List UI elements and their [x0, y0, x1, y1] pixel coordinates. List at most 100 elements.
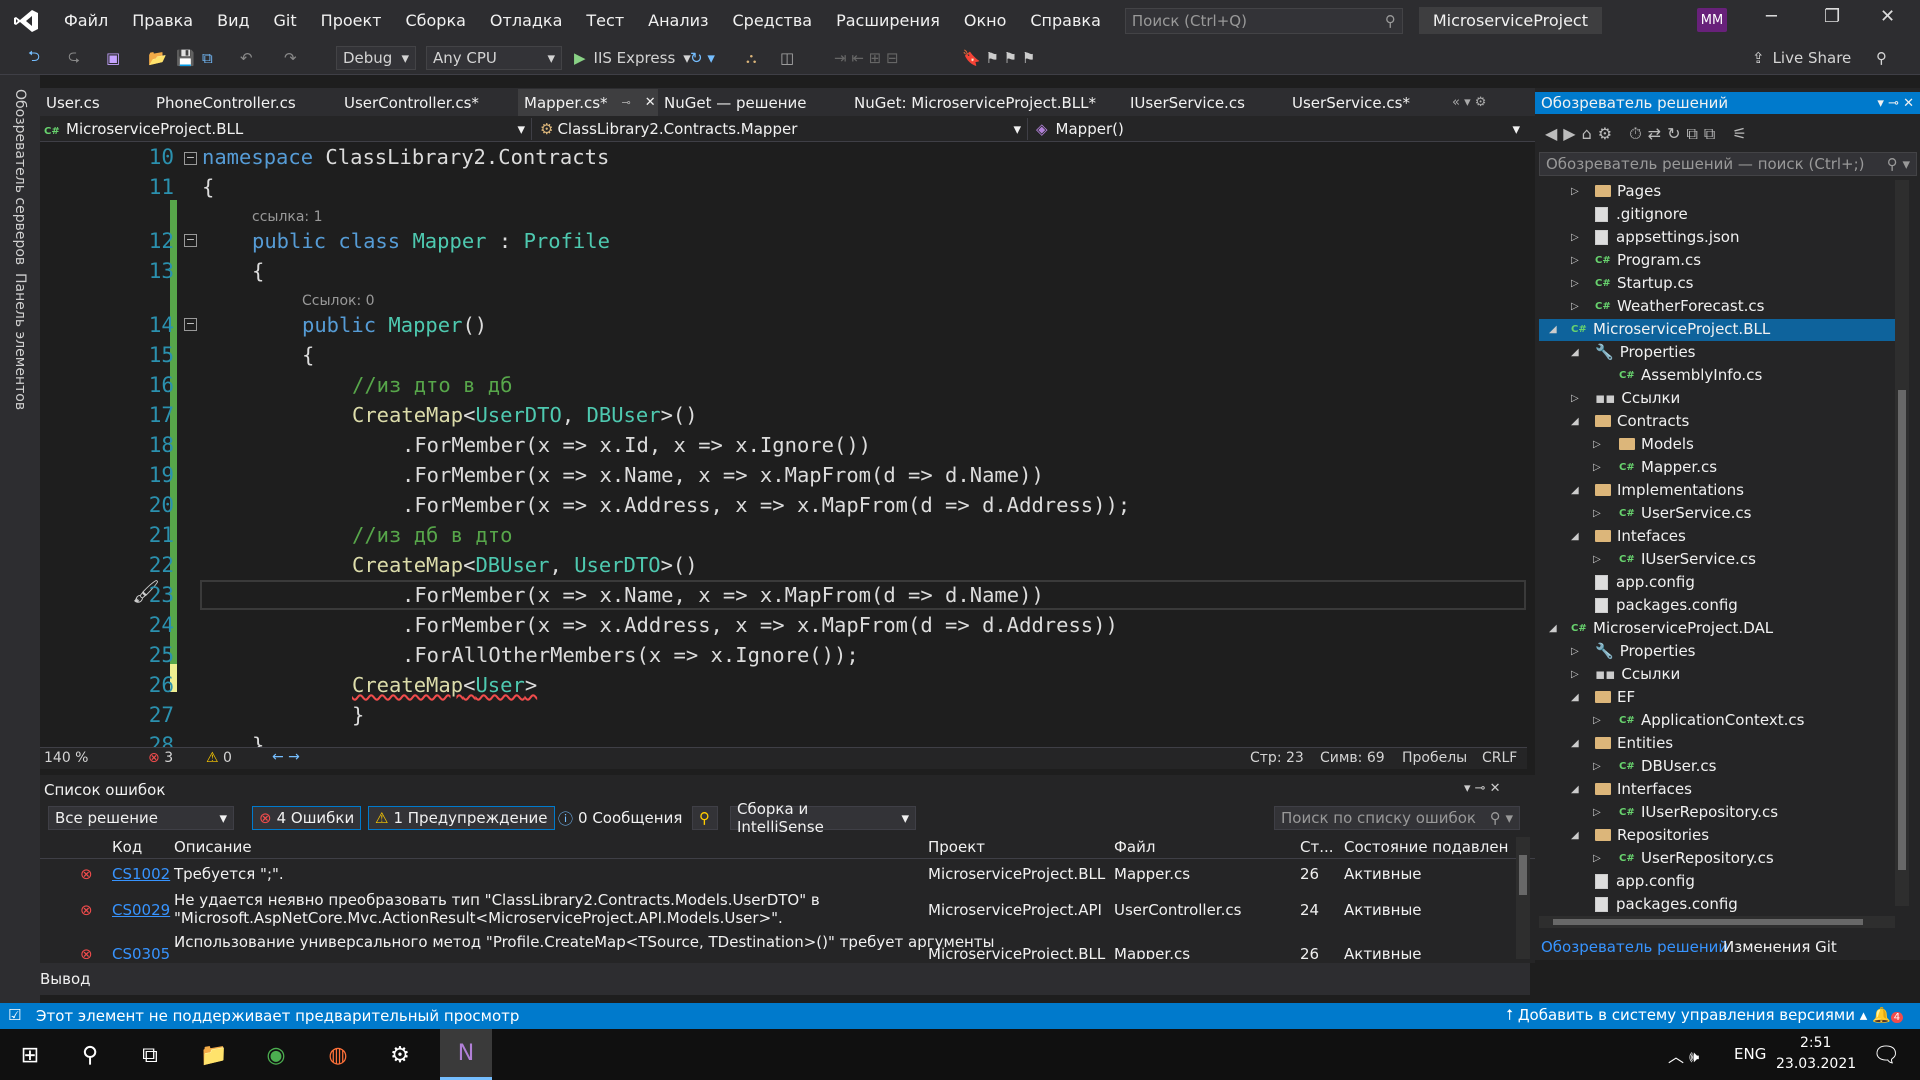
errors-filter-button[interactable]: ⊗ 4 Ошибки — [252, 806, 362, 830]
feedback-icon[interactable]: ⚲ — [1876, 46, 1887, 70]
error-count[interactable]: ⊗ 3 — [148, 750, 173, 766]
tree-item[interactable]: Repositories — [1595, 824, 1709, 846]
table-row[interactable]: ⊗ CS1002 Требуется ";". MicroserviceProj… — [40, 861, 1510, 887]
tree-item[interactable]: C# DBUser.cs — [1619, 755, 1716, 777]
tree-item[interactable]: C# Program.cs — [1595, 249, 1701, 271]
tree-item[interactable]: C# Mapper.cs — [1619, 456, 1717, 478]
refresh-icon[interactable]: ↻ ▾ — [690, 46, 715, 70]
minimize-icon[interactable]: ─ — [1766, 6, 1777, 27]
tab-git-changes[interactable]: Изменения Git — [1723, 938, 1837, 956]
tree-item[interactable]: Models — [1619, 433, 1694, 455]
warning-count[interactable]: ⚠ 0 — [206, 750, 232, 766]
tab-user-cs[interactable]: User.cs — [40, 89, 150, 116]
task-view-icon[interactable]: ⧉ — [130, 1037, 170, 1073]
menu-debug[interactable]: Отладка — [478, 11, 574, 30]
zoom-level[interactable]: 140 % — [44, 750, 88, 766]
live-share-button[interactable]: ⇪ Live Share — [1752, 46, 1851, 70]
restore-icon[interactable]: ❐ — [1824, 6, 1840, 27]
indent-mode[interactable]: Пробелы — [1402, 750, 1467, 766]
windows-start-icon[interactable]: ⊞ — [10, 1037, 50, 1073]
window-icon[interactable]: ◫ — [780, 46, 794, 70]
source-control-button[interactable]: ⭡ Добавить в систему управления версиями… — [1506, 1006, 1867, 1024]
panel-controls-icon[interactable]: ▾ ⊸ ✕ — [1877, 96, 1914, 111]
close-icon[interactable]: ✕ — [1880, 6, 1895, 27]
tree-item[interactable]: C# ApplicationContext.cs — [1619, 709, 1804, 731]
warnings-filter-button[interactable]: ⚠ 1 Предупреждение — [368, 806, 555, 830]
project-dropdown[interactable]: C# MicroserviceProject.BLL ▾ — [44, 118, 532, 140]
nav-arrows-icon[interactable]: ← → — [272, 749, 300, 765]
chrome-icon[interactable]: ◉ — [256, 1037, 296, 1073]
filter-icon[interactable]: ⚲ — [692, 806, 718, 830]
browser-link-icon[interactable]: ⛬ — [746, 46, 757, 70]
output-tab[interactable]: Вывод — [40, 963, 1530, 995]
firefox-icon[interactable]: ◍ — [318, 1037, 358, 1073]
menu-analyze[interactable]: Анализ — [636, 11, 720, 30]
tree-item[interactable]: C# Startup.cs — [1595, 272, 1694, 294]
tree-item[interactable]: ▪▪ Ссылки — [1595, 387, 1680, 409]
tree-item[interactable]: Intefaces — [1595, 525, 1686, 547]
bookmark-icon[interactable]: 🔖 ⚑ ⚑ ⚑ — [962, 46, 1035, 70]
tab-usercontroller-cs[interactable]: UserController.cs* — [338, 89, 518, 116]
tree-item[interactable]: C# MicroserviceProject.DAL — [1571, 617, 1773, 639]
error-code-link[interactable]: CS1002 — [112, 865, 170, 883]
step-icon[interactable]: ⇥ ⇤ ⊞ ⊟ — [834, 46, 899, 70]
tree-item[interactable]: ▪▪ Ссылки — [1595, 663, 1680, 685]
clock-time[interactable]: 2:51 — [1800, 1035, 1831, 1051]
error-list-scrollbar[interactable] — [1516, 837, 1530, 959]
panel-controls-icon[interactable]: ▾ ⊸ ✕ — [1464, 781, 1501, 796]
toolbox-tab[interactable]: Панель элементов — [12, 273, 28, 410]
tree-item[interactable]: appsettings.json — [1595, 226, 1740, 248]
clock-date[interactable]: 23.03.2021 — [1776, 1056, 1856, 1072]
error-search-input[interactable]: Поиск по списку ошибок ⚲ ▾ — [1274, 806, 1520, 830]
menu-view[interactable]: Вид — [205, 11, 261, 30]
menu-help[interactable]: Справка — [1018, 11, 1113, 30]
tree-item[interactable]: app.config — [1595, 870, 1695, 892]
tree-item[interactable]: C# AssemblyInfo.cs — [1619, 364, 1762, 386]
tab-nuget-bll[interactable]: NuGet: MicroserviceProject.BLL* — [848, 89, 1124, 116]
tree-item[interactable]: 🔧 Properties — [1595, 341, 1696, 363]
save-icon[interactable]: 💾 — [176, 46, 195, 70]
column-project[interactable]: Проект — [928, 838, 985, 856]
action-center-icon[interactable]: 🗨 — [1866, 1037, 1906, 1073]
menu-git[interactable]: Git — [262, 11, 309, 30]
open-icon[interactable]: 📂 — [148, 46, 167, 70]
file-explorer-icon[interactable]: 📁 — [194, 1037, 234, 1073]
member-dropdown[interactable]: ◈ Mapper() ▾ — [1036, 118, 1526, 140]
error-code-link[interactable]: CS0305 — [112, 945, 170, 959]
pin-icon[interactable]: ⊸ — [622, 96, 631, 109]
tree-item[interactable]: EF — [1595, 686, 1635, 708]
column-code[interactable]: Код — [112, 838, 142, 856]
solution-search-input[interactable]: Обозреватель решений — поиск (Ctrl+;) ⚲ ▾ — [1539, 152, 1917, 176]
solution-toolbar-icons[interactable]: ◀▶⌂⚙ ⏱⇄↻⧉⧉ ⚟ — [1545, 124, 1753, 144]
menu-extensions[interactable]: Расширения — [824, 11, 952, 30]
column-line[interactable]: Ст... — [1300, 838, 1334, 856]
scope-select[interactable]: Все решение ▾ — [48, 806, 234, 830]
language-indicator[interactable]: ENG — [1734, 1045, 1766, 1063]
code-editor[interactable]: − − − 🖌 10 namespace ClassLibrary2.Contr… — [40, 142, 1527, 747]
tree-item[interactable]: C# WeatherForecast.cs — [1595, 295, 1764, 317]
tab-nuget-solution[interactable]: NuGet — решение — [658, 89, 848, 116]
settings-icon[interactable]: ⚙ — [380, 1037, 420, 1073]
redo-icon[interactable]: ↷ — [284, 46, 297, 70]
tab-phonecontroller-cs[interactable]: PhoneController.cs — [150, 89, 338, 116]
tree-item[interactable]: C# IUserRepository.cs — [1619, 801, 1778, 823]
tree-item[interactable]: 🔧 Properties — [1595, 640, 1696, 662]
messages-filter-button[interactable]: ⓘ 0 Сообщения — [552, 806, 688, 830]
tab-overflow-icon[interactable]: « ▾ ⚙ — [1446, 89, 1526, 116]
tab-userservice-cs[interactable]: UserService.cs* — [1286, 89, 1446, 116]
platform-select[interactable]: Any CPU ▾ — [426, 46, 562, 70]
save-all-icon[interactable]: ⧉ — [202, 46, 213, 70]
collapse-icon[interactable]: − — [184, 234, 197, 247]
server-explorer-tab[interactable]: Обозреватель серверов — [12, 89, 28, 265]
column-file[interactable]: Файл — [1114, 838, 1155, 856]
menu-tools[interactable]: Средства — [720, 11, 824, 30]
codelens-references[interactable]: Ссылок: 0 — [302, 290, 375, 312]
tree-item[interactable]: .gitignore — [1595, 203, 1688, 225]
tree-item[interactable]: Entities — [1595, 732, 1673, 754]
visual-studio-taskbar-icon[interactable]: N — [440, 1029, 492, 1080]
tree-item-selected[interactable]: C# MicroserviceProject.BLL — [1571, 318, 1770, 340]
table-row[interactable]: ⊗ CS0029 Не удается неявно преобразовать… — [40, 889, 1510, 929]
quick-search-input[interactable]: Поиск (Ctrl+Q) ⚲ — [1124, 7, 1403, 34]
tree-item[interactable]: app.config — [1595, 571, 1695, 593]
error-code-link[interactable]: CS0029 — [112, 901, 170, 919]
